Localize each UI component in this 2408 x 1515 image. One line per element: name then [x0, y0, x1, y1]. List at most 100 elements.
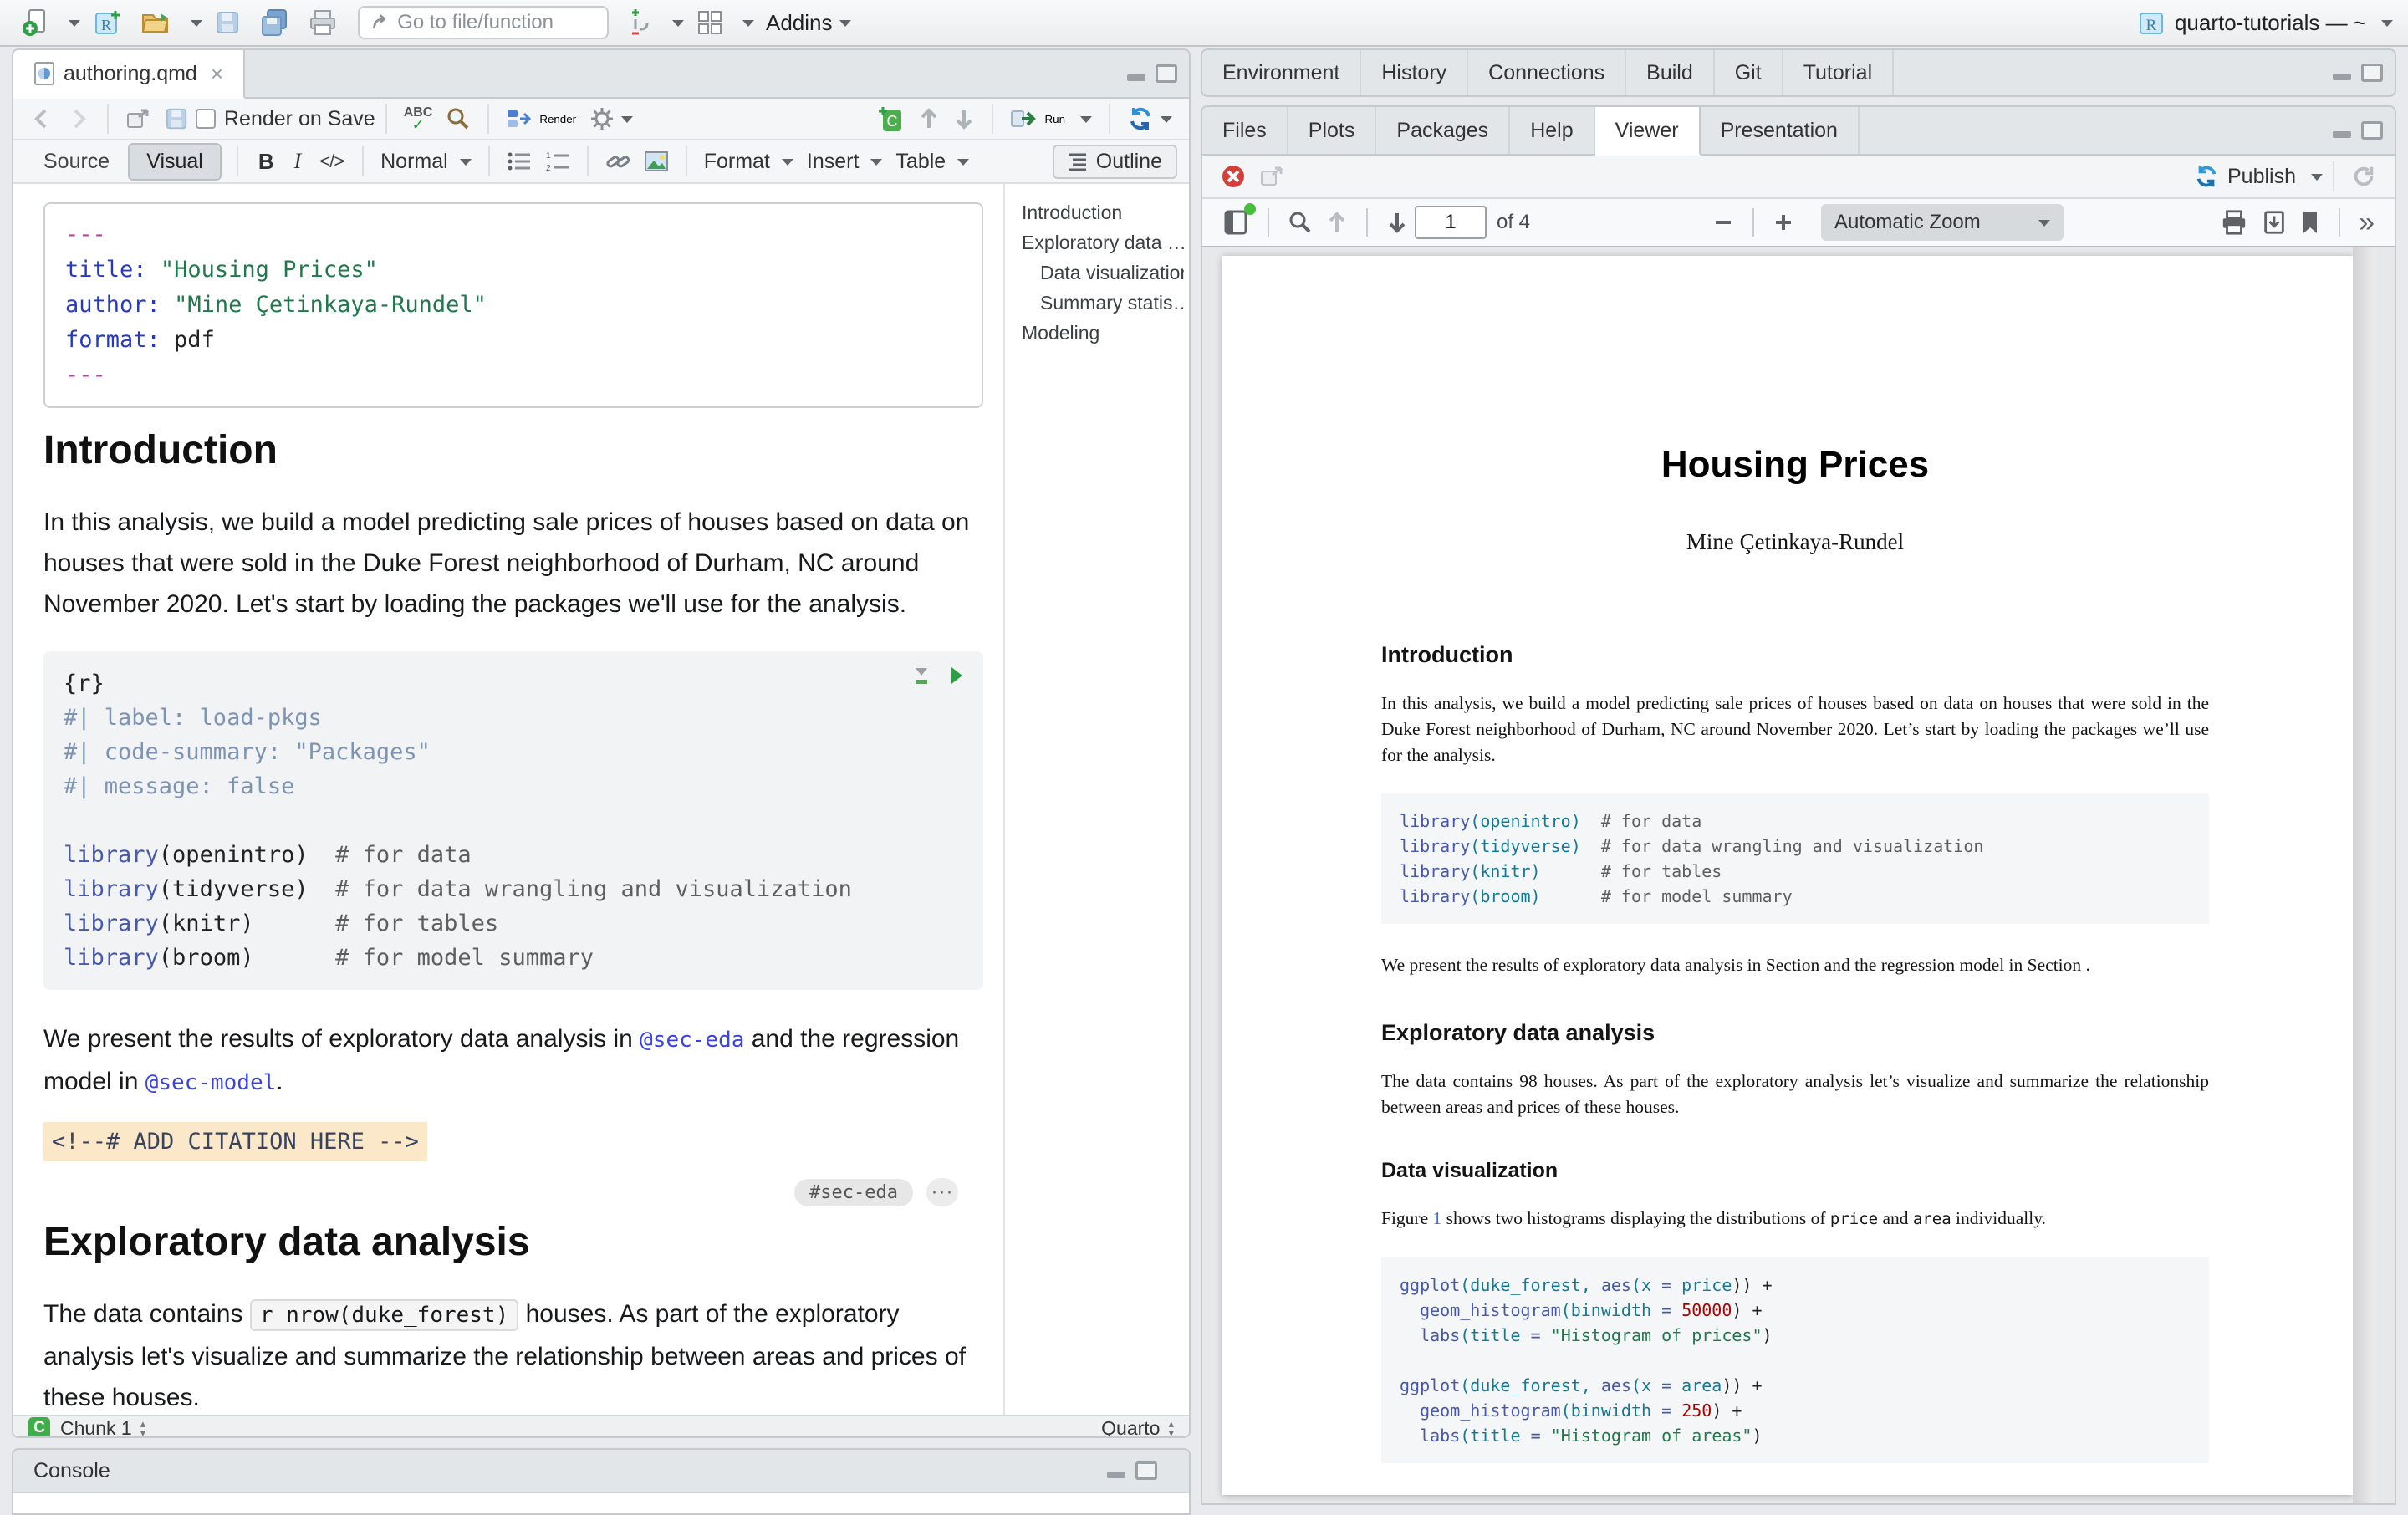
render-settings-button[interactable] [583, 103, 640, 135]
numbered-list-button[interactable]: 1 2 [538, 147, 577, 176]
search-icon [446, 106, 471, 131]
save-button[interactable] [207, 6, 247, 39]
open-file-button[interactable] [134, 5, 179, 40]
goto-file-search[interactable] [358, 6, 609, 39]
version-control-caret-icon[interactable] [672, 20, 684, 33]
print-button[interactable] [301, 5, 344, 40]
run-chunks-above-icon[interactable] [911, 665, 931, 686]
pane-layout-caret-icon[interactable] [742, 20, 754, 33]
render-on-save-checkbox[interactable] [196, 109, 216, 129]
new-file-caret-icon[interactable] [69, 20, 80, 33]
bullet-list-button[interactable] [500, 147, 538, 176]
code-chunk-load-pkgs[interactable]: {r}#| label: load-pkgs#| code-summary: "… [43, 651, 983, 990]
tab-git[interactable]: Git [1715, 50, 1783, 95]
pdf-sidebar-toggle[interactable] [1216, 205, 1256, 240]
tab-viewer[interactable]: Viewer [1595, 107, 1701, 156]
editor-body[interactable]: ---title: "Housing Prices"author: "Mine … [13, 184, 1189, 1415]
minimize-pane-icon[interactable] [1125, 64, 1147, 83]
outline-item-modeling[interactable]: Modeling [1022, 318, 1184, 348]
bold-button[interactable]: B [248, 149, 284, 175]
pdf-page-input[interactable] [1415, 206, 1487, 239]
run-chunk-icon[interactable] [948, 665, 965, 686]
tab-build[interactable]: Build [1626, 50, 1715, 95]
image-button[interactable] [637, 147, 676, 176]
pane-layout-button[interactable] [689, 5, 731, 40]
zoom-out-button[interactable] [1706, 208, 1741, 237]
tab-plots[interactable]: Plots [1288, 107, 1377, 154]
run-button[interactable]: Run [1003, 105, 1099, 133]
outline-item-summary-statistics[interactable]: Summary statis… [1022, 288, 1184, 318]
viewer-maximize-icon[interactable] [2361, 121, 2383, 140]
viewer-stop-button[interactable] [1214, 161, 1252, 192]
pdf-next-page-button[interactable] [1380, 207, 1415, 238]
save-all-button[interactable] [253, 5, 296, 40]
tab-environment[interactable]: Environment [1202, 50, 1361, 95]
section-menu-button[interactable]: ··· [926, 1178, 958, 1206]
publish-button[interactable]: Publish [2194, 164, 2323, 189]
console-minimize-icon[interactable] [1105, 1461, 1127, 1480]
console-maximize-icon[interactable] [1135, 1461, 1157, 1480]
tab-history[interactable]: History [1361, 50, 1468, 95]
viewer-popout-button[interactable] [1252, 161, 1291, 191]
editor-content[interactable]: ---title: "Housing Prices"author: "Mine … [13, 184, 1007, 1415]
jump-next-button[interactable] [946, 103, 982, 135]
language-status[interactable]: Quarto [1101, 1417, 1160, 1439]
addins-button[interactable]: Addins [759, 7, 858, 39]
paragraph-style-select[interactable]: Normal [374, 146, 478, 177]
tab-connections[interactable]: Connections [1468, 50, 1626, 95]
insert-menu[interactable]: Insert [800, 146, 890, 177]
source-rerun-button[interactable] [1120, 102, 1179, 135]
tab-presentation[interactable]: Presentation [1701, 107, 1860, 154]
insert-chunk-button[interactable]: C [871, 101, 911, 136]
italic-button[interactable]: I [284, 149, 312, 174]
back-button[interactable] [23, 104, 60, 134]
tab-help[interactable]: Help [1510, 107, 1594, 154]
maximize-pane-icon[interactable] [1156, 64, 1177, 83]
code-button[interactable]: </> [311, 150, 352, 172]
tab-close-icon[interactable]: × [211, 61, 223, 87]
render-button[interactable]: Render [499, 105, 583, 133]
mode-visual[interactable]: Visual [128, 143, 222, 181]
spellcheck-button[interactable]: ABC ✓ [397, 104, 440, 134]
link-button[interactable] [599, 146, 637, 176]
pdf-download-button[interactable] [2255, 206, 2293, 239]
outline-item-introduction[interactable]: Introduction [1022, 197, 1184, 227]
new-project-button[interactable]: R [85, 4, 129, 41]
viewer-refresh-button[interactable] [2344, 161, 2383, 192]
find-replace-button[interactable] [439, 103, 477, 135]
viewer-minimize-icon[interactable] [2331, 121, 2353, 140]
pdf-print-button[interactable] [2213, 206, 2255, 239]
tab-files[interactable]: Files [1202, 107, 1288, 154]
chunk-status[interactable]: Chunk 1 [60, 1417, 132, 1439]
zoom-in-button[interactable] [1766, 208, 1801, 237]
tab-packages[interactable]: Packages [1376, 107, 1510, 154]
pdf-previous-page-button[interactable] [1319, 207, 1354, 238]
zoom-select[interactable]: Automatic Zoom [1821, 204, 2064, 241]
tab-tutorial[interactable]: Tutorial [1783, 50, 1894, 95]
version-control-button[interactable] [622, 4, 661, 41]
pdf-search-button[interactable] [1281, 207, 1319, 238]
forward-button[interactable] [60, 104, 97, 134]
outline-item-data-visualization[interactable]: Data visualization [1022, 258, 1184, 288]
save-doc-button[interactable] [157, 103, 196, 135]
project-menu[interactable]: R quarto-tutorials — ~ [2136, 8, 2393, 38]
outline-toggle-button[interactable]: Outline [1053, 145, 1177, 179]
goto-file-input[interactable] [397, 11, 595, 34]
jump-previous-button[interactable] [911, 103, 946, 135]
pdf-scrollbar[interactable] [2353, 247, 2376, 1505]
env-minimize-icon[interactable] [2331, 64, 2353, 82]
new-file-button[interactable] [15, 5, 57, 40]
section-id-badge[interactable]: #sec-eda [794, 1179, 913, 1206]
outline-item-eda[interactable]: Exploratory data … [1022, 227, 1184, 258]
env-maximize-icon[interactable] [2361, 64, 2383, 82]
mode-source[interactable]: Source [25, 143, 128, 181]
pdf-tools-button[interactable]: » [2352, 211, 2381, 234]
tab-authoring-qmd[interactable]: authoring.qmd × [13, 50, 245, 99]
check-icon: ✓ [411, 119, 424, 130]
popout-button[interactable] [119, 104, 157, 134]
save-doc-icon [164, 106, 189, 131]
pdf-bookmark-button[interactable] [2293, 207, 2327, 238]
table-menu[interactable]: Table [889, 146, 976, 177]
open-file-caret-icon[interactable] [191, 20, 202, 33]
format-menu[interactable]: Format [697, 146, 800, 177]
